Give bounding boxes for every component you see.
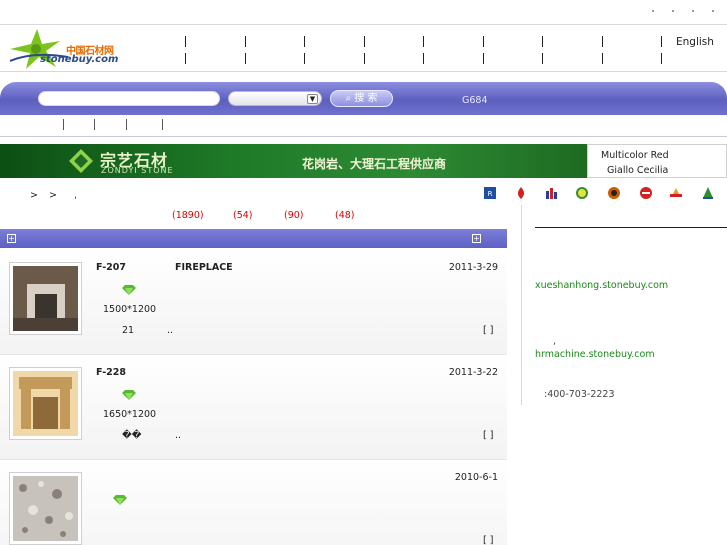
product-date: 2011-3-22 — [448, 367, 498, 378]
nav-separator — [423, 53, 424, 64]
breadcrumb-separator: > — [30, 190, 38, 201]
fireplace-image — [13, 371, 78, 436]
list-header-bar: + + — [0, 229, 507, 248]
category-count[interactable]: (54) — [233, 210, 253, 221]
product-size: 1500*1200 — [103, 304, 157, 315]
search-bar: ▼ ⌕ 搜 索 G684 — [0, 82, 727, 115]
certification-icons: R — [481, 186, 727, 202]
product-more[interactable]: .. — [167, 325, 173, 336]
item-action-brackets[interactable]: [ ] — [483, 430, 493, 441]
top-decoration — [650, 10, 720, 16]
site-logo[interactable]: 中国石材网 stonebuy.com — [4, 27, 124, 71]
nav-separator — [661, 53, 662, 64]
hot-keyword-link[interactable]: G684 — [462, 95, 488, 106]
product-date: 2010-6-1 — [454, 472, 498, 483]
nav-separator — [483, 36, 484, 47]
nav-separator — [304, 53, 305, 64]
sidebar-divider — [521, 205, 522, 405]
banner-side-links: Multicolor Red Giallo Cecilia — [587, 144, 727, 178]
search-button[interactable]: ⌕ 搜 索 — [330, 90, 393, 107]
cert-icon-8[interactable] — [701, 186, 715, 200]
sub-nav — [0, 115, 727, 137]
nav-separator — [364, 36, 365, 47]
cert-icon-4[interactable] — [575, 186, 589, 200]
product-size: 1650*1200 — [103, 409, 157, 420]
product-thumbnail[interactable] — [9, 262, 82, 335]
product-thumbnail[interactable] — [9, 367, 82, 440]
site-header: 中国石材网 stonebuy.com English — [0, 24, 727, 72]
nav-separator — [304, 36, 305, 47]
breadcrumb: > > , — [30, 190, 77, 201]
product-code[interactable]: F-207 — [96, 262, 126, 273]
search-input[interactable] — [38, 91, 220, 106]
cert-icon-1[interactable]: R — [483, 186, 497, 200]
plus-box-icon[interactable]: + — [472, 234, 481, 243]
nav-separator — [542, 53, 543, 64]
product-code[interactable]: F-228 — [96, 367, 126, 378]
nav-separator — [364, 53, 365, 64]
product-thumbnail[interactable] — [9, 472, 82, 545]
sidebar-rule — [535, 227, 727, 228]
sidebar-mark: , — [553, 336, 557, 347]
sidebar-link-xueshanhong[interactable]: xueshanhong.stonebuy.com — [535, 280, 668, 291]
item-action-brackets[interactable]: [ ] — [483, 325, 493, 336]
category-count[interactable]: (1890) — [172, 210, 204, 221]
subnav-separator — [94, 119, 95, 130]
nav-separator — [602, 36, 603, 47]
search-category-select[interactable]: ▼ — [228, 91, 322, 106]
list-item[interactable]: F-207 FIREPLACE 2011-3-29 1500*1200 21 .… — [0, 250, 507, 355]
sidebar-link-hrmachine[interactable]: hrmachine.stonebuy.com — [535, 349, 655, 360]
category-count[interactable]: (90) — [284, 210, 304, 221]
nav-separator — [245, 36, 246, 47]
zondyi-logo-icon — [69, 149, 93, 173]
diamond-icon — [113, 495, 127, 505]
nav-separator — [423, 36, 424, 47]
nav-separator — [185, 36, 186, 47]
subnav-separator — [162, 119, 163, 130]
cert-icon-5[interactable] — [607, 186, 621, 200]
fireplace-image — [13, 266, 78, 331]
logo-text-en: stonebuy.com — [40, 54, 119, 65]
diamond-icon — [122, 285, 136, 295]
plus-box-icon[interactable]: + — [7, 234, 16, 243]
subnav-separator — [126, 119, 127, 130]
category-count[interactable]: (48) — [335, 210, 355, 221]
nav-separator — [483, 53, 484, 64]
cert-icon-3[interactable] — [544, 186, 558, 200]
subnav-separator — [63, 119, 64, 130]
cert-icon-7[interactable] — [669, 186, 683, 200]
cert-icon-2[interactable] — [514, 186, 528, 200]
nav-separator — [542, 36, 543, 47]
breadcrumb-separator: > — [49, 190, 57, 201]
product-more[interactable]: .. — [175, 430, 181, 441]
search-button-label: 搜 索 — [354, 93, 378, 104]
side-link-multicolor-red[interactable]: Multicolor Red — [601, 150, 669, 161]
product-note: �� — [122, 430, 142, 441]
ad-banner[interactable]: 宗艺石材 ZONDYI STONE 花岗岩、大理石工程供应商 — [0, 144, 587, 178]
breadcrumb-current: , — [74, 190, 78, 201]
chevron-down-icon[interactable]: ▼ — [307, 94, 318, 104]
side-link-giallo-cecilia[interactable]: Giallo Cecilia — [607, 165, 668, 176]
svg-text:R: R — [488, 190, 493, 198]
nav-separator — [602, 53, 603, 64]
product-note: 21 — [122, 325, 135, 336]
item-action-brackets[interactable]: [ ] — [483, 535, 493, 545]
nav-separator — [245, 53, 246, 64]
list-item[interactable]: F-228 2011-3-22 1650*1200 �� .. [ ] — [0, 355, 507, 460]
nav-separator — [661, 36, 662, 47]
product-date: 2011-3-29 — [448, 262, 498, 273]
search-icon: ⌕ — [345, 93, 352, 104]
banner-company-en: ZONDYI STONE — [101, 166, 174, 175]
nav-separator — [185, 53, 186, 64]
product-tag: FIREPLACE — [175, 262, 233, 273]
granite-image — [13, 476, 78, 541]
cert-icon-6[interactable] — [639, 186, 653, 200]
list-item[interactable]: 2010-6-1 [ ] — [0, 460, 507, 545]
english-language-link[interactable]: English — [676, 36, 714, 48]
sidebar-phone: :400-703-2223 — [544, 389, 615, 400]
banner-slogan: 花岗岩、大理石工程供应商 — [302, 157, 447, 171]
diamond-icon — [122, 390, 136, 400]
